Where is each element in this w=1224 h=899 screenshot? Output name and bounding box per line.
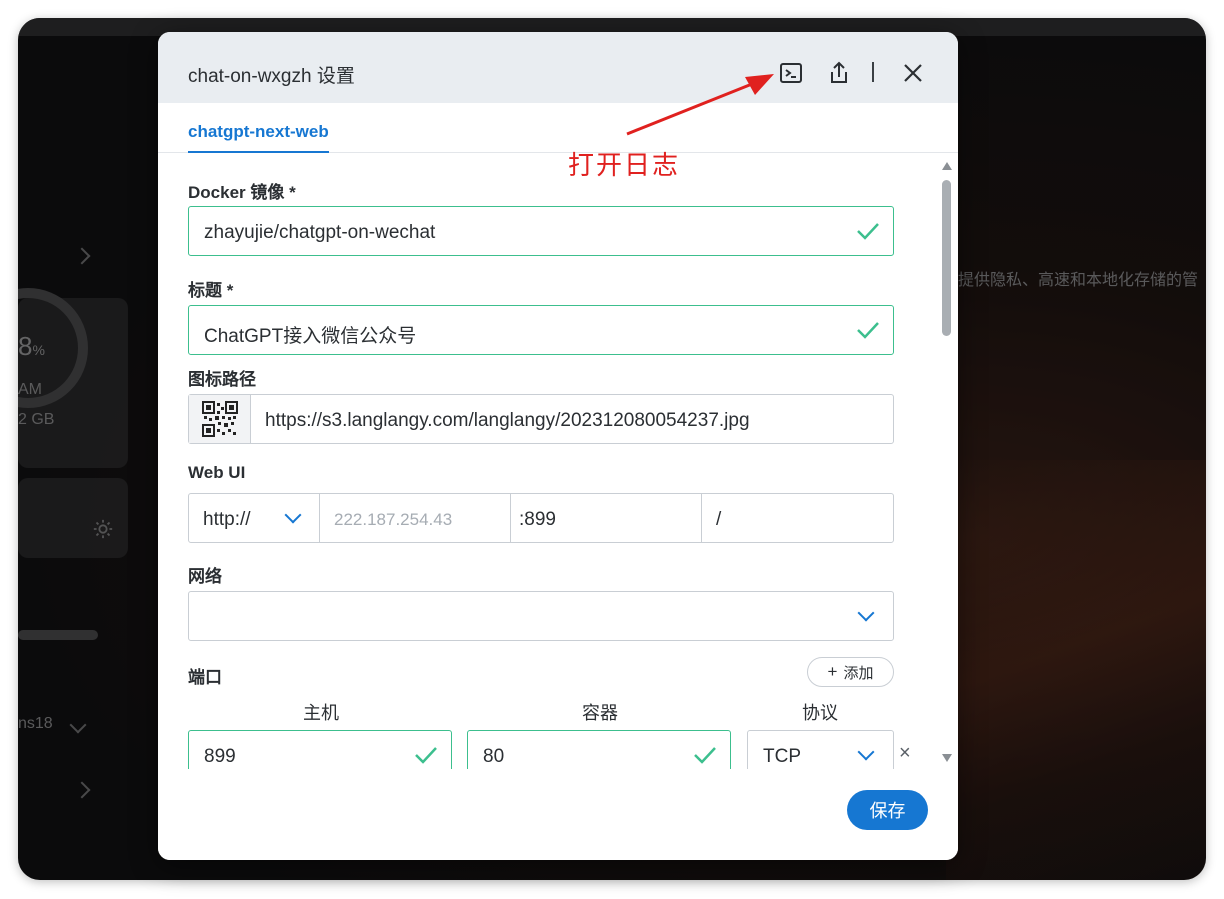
check-icon: [694, 747, 716, 764]
webui-port-value: :899: [519, 509, 556, 530]
icon-path-field[interactable]: https://s3.langlangy.com/langlangy/20231…: [188, 394, 894, 444]
image-field[interactable]: zhayujie/chatgpt-on-wechat: [188, 206, 894, 256]
column-container: 容器: [582, 703, 618, 723]
title-label: 标题 *: [188, 281, 234, 300]
ports-label: 端口: [188, 668, 222, 687]
column-host: 主机: [303, 703, 339, 723]
webui-path-value: /: [716, 509, 722, 530]
save-button[interactable]: 保存: [847, 790, 928, 830]
close-icon: [904, 64, 922, 82]
webui-port-input[interactable]: :899: [511, 494, 702, 542]
webui-field-group: http:// 222.187.254.43 :899 /: [188, 493, 894, 543]
close-button[interactable]: [900, 60, 926, 86]
share-button[interactable]: [826, 60, 852, 86]
scroll-down-arrow[interactable]: [942, 754, 952, 762]
settings-dialog: chat-on-wxgzh 设置 chatgpt-next-web 打开日志 D…: [158, 32, 958, 860]
chevron-down-icon: [857, 743, 875, 761]
check-icon: [857, 223, 879, 240]
icon-preview[interactable]: [189, 395, 251, 443]
dialog-title: chat-on-wxgzh 设置: [188, 66, 355, 87]
tab-chatgpt-next-web[interactable]: chatgpt-next-web: [188, 122, 329, 153]
qr-code-icon: [202, 401, 238, 437]
annotation-label: 打开日志: [568, 150, 681, 180]
title-value: ChatGPT接入微信公众号: [204, 326, 417, 347]
image-value: zhayujie/chatgpt-on-wechat: [204, 222, 436, 243]
scroll-up-arrow[interactable]: [942, 162, 952, 170]
header-divider: [872, 62, 874, 82]
icon-path-label: 图标路径: [188, 370, 256, 389]
check-icon: [415, 747, 437, 764]
webui-protocol-select[interactable]: http://: [189, 494, 320, 542]
add-port-button[interactable]: + 添加: [807, 657, 894, 687]
chevron-down-icon: [857, 604, 875, 622]
webui-host-input[interactable]: 222.187.254.43: [320, 494, 511, 542]
share-icon: [831, 61, 847, 83]
title-field[interactable]: ChatGPT接入微信公众号: [188, 305, 894, 355]
webui-host-placeholder: 222.187.254.43: [334, 510, 453, 529]
network-select[interactable]: [188, 591, 894, 641]
icon-path-value: https://s3.langlangy.com/langlangy/20231…: [265, 410, 750, 431]
port-container-value: 80: [483, 746, 505, 767]
port-host-value: 899: [204, 746, 236, 767]
webui-path-input[interactable]: /: [702, 494, 893, 542]
webui-protocol-value: http://: [203, 509, 251, 530]
scrollbar[interactable]: [939, 162, 953, 762]
dialog-header: chat-on-wxgzh 设置: [158, 32, 958, 103]
tab-bar: chatgpt-next-web: [158, 103, 958, 153]
delete-port-button[interactable]: ×: [899, 742, 911, 765]
port-host-input[interactable]: 899: [188, 730, 452, 769]
port-protocol-value: TCP: [763, 746, 801, 767]
image-label: Docker 镜像 *: [188, 183, 296, 202]
dialog-footer: 保存: [158, 770, 958, 860]
webui-label: Web UI: [188, 463, 246, 482]
port-protocol-select[interactable]: TCP: [747, 730, 894, 769]
port-container-input[interactable]: 80: [467, 730, 731, 769]
column-protocol: 协议: [802, 703, 838, 723]
scroll-thumb[interactable]: [942, 180, 951, 336]
open-log-button[interactable]: [778, 60, 804, 86]
port-row: 899 80 TCP: [158, 729, 958, 769]
plus-icon: +: [827, 662, 838, 681]
check-icon: [857, 322, 879, 339]
network-label: 网络: [188, 567, 222, 586]
delete-icon: ×: [899, 742, 911, 764]
chevron-down-icon: [284, 506, 302, 524]
add-port-label: 添加: [843, 664, 874, 682]
terminal-icon: [780, 63, 802, 83]
